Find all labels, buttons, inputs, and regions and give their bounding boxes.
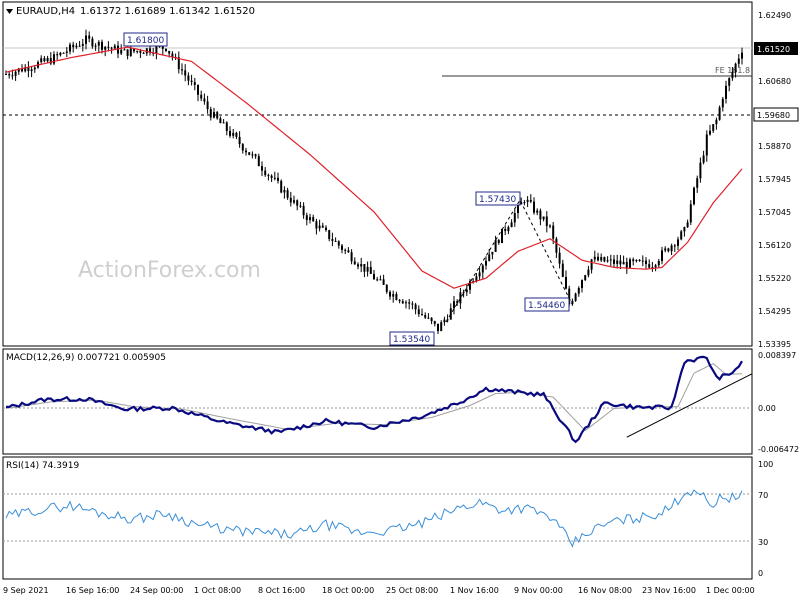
price-tick-label: 1.60680 — [758, 77, 791, 86]
time-tick-label: 16 Sep 16:00 — [66, 586, 119, 595]
time-tick-label: 9 Sep 2021 — [3, 586, 49, 595]
time-tick-label: 1 Oct 08:00 — [194, 586, 241, 595]
macd-tick-label: -0.006472 — [758, 445, 799, 454]
annotation-label: 1.54460 — [528, 301, 565, 311]
price-tick-label: 1.54295 — [758, 307, 791, 316]
time-tick-label: 9 Nov 00:00 — [514, 586, 563, 595]
macd-title: MACD(12,26,9) 0.007721 0.005905 — [6, 353, 166, 363]
rsi-tick-label: 0 — [758, 569, 763, 578]
price-tick-label: 1.58870 — [758, 142, 791, 151]
price-tick-label: 1.57945 — [758, 175, 791, 184]
watermark: ActionForex.com — [78, 258, 261, 283]
rsi-tick-label: 30 — [758, 538, 768, 547]
rsi-tick-label: 70 — [758, 491, 768, 500]
time-tick-label: 25 Oct 08:00 — [386, 586, 438, 595]
annotation-label: 1.53540 — [393, 335, 430, 345]
ohlc-readout: 1.61372 1.61689 1.61342 1.61520 — [80, 6, 255, 17]
time-tick-label: 16 Nov 08:00 — [578, 586, 632, 595]
symbol-label: EURAUD,H4 — [16, 6, 75, 17]
price-tick-label: 1.53395 — [758, 340, 791, 349]
price-tick-label: 1.56120 — [758, 241, 791, 250]
time-tick-label: 24 Sep 00:00 — [130, 586, 183, 595]
macd-tick-label: 0.00 — [758, 404, 776, 413]
current-price-label: 1.61520 — [757, 45, 790, 54]
macd-panel — [2, 348, 753, 455]
time-tick-label: 23 Nov 16:00 — [642, 586, 696, 595]
rsi-tick-label: 100 — [758, 460, 773, 469]
price-tick-label: 1.57045 — [758, 208, 791, 217]
time-tick-label: 1 Dec 00:00 — [706, 586, 755, 595]
annotation-label: 1.61800 — [127, 36, 164, 46]
annotation-low: 1.53540 — [389, 331, 435, 346]
time-tick-label: 18 Oct 00:00 — [322, 586, 374, 595]
price-tick-label: 1.62490 — [758, 11, 791, 20]
time-tick-label: 1 Nov 16:00 — [450, 586, 499, 595]
annotation-swing-high: 1.57430 — [475, 191, 521, 206]
annotation-high: 1.61800 — [123, 32, 168, 47]
rsi-title: RSI(14) 74.3919 — [6, 461, 79, 471]
price-tick-label: 1.55220 — [758, 274, 791, 283]
time-tick-label: 8 Oct 16:00 — [258, 586, 305, 595]
macd-tick-label: 0.008397 — [758, 351, 796, 360]
price-panel — [2, 1, 753, 347]
chart-root: ActionForex.com EURAUD,H4 1.61372 1.6168… — [0, 0, 800, 600]
support-price-label: 1.59680 — [757, 111, 790, 120]
annotation-swing-low: 1.54460 — [524, 297, 570, 312]
annotation-label: 1.57430 — [479, 195, 516, 205]
